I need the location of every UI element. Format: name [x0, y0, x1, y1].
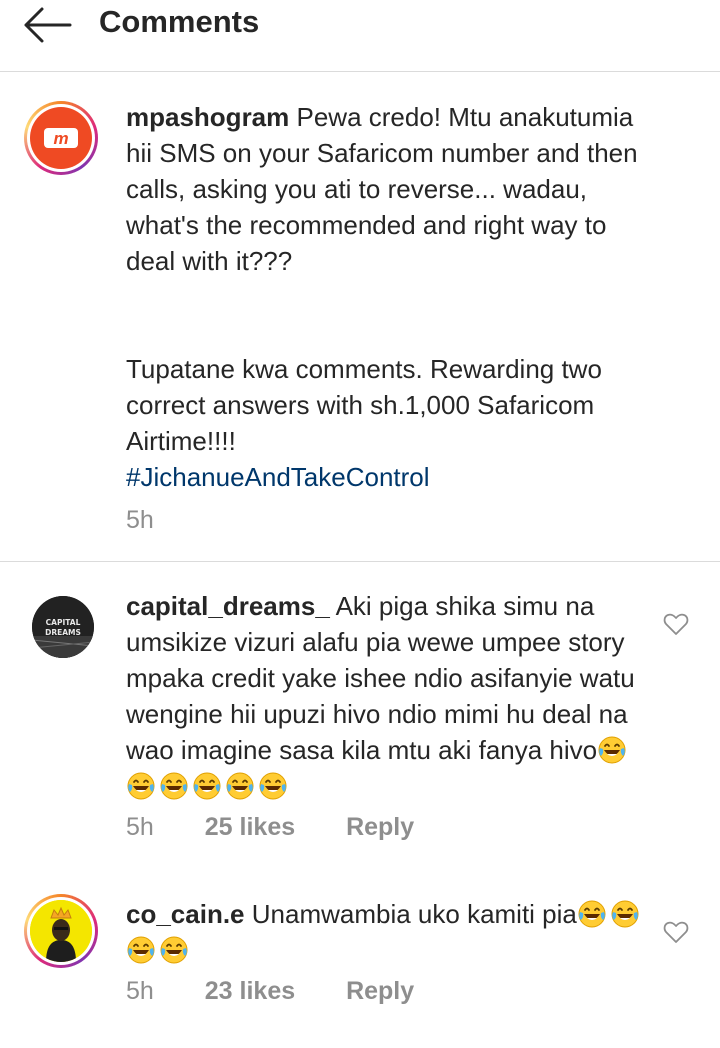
comment-text: capital_dreams_ Aki piga shika simu na u… [126, 588, 646, 804]
comment-timestamp: 5h [126, 813, 154, 841]
heart-outline-icon[interactable] [663, 612, 689, 636]
comment-item: co_cain.e Unamwambia uko kamiti pia 5h 2… [0, 862, 720, 1048]
avatar-story-ring[interactable] [24, 894, 98, 968]
caption-body-second: Tupatane kwa comments. Rewarding two cor… [126, 354, 610, 456]
mpasho-logo-icon: m [44, 128, 78, 148]
reply-button[interactable]: Reply [346, 813, 414, 841]
back-button[interactable] [18, 0, 78, 52]
comment-likes[interactable]: 25 likes [205, 813, 295, 841]
comment-text: co_cain.e Unamwambia uko kamiti pia [126, 896, 646, 968]
face-with-tears-of-joy-emoji [577, 899, 607, 929]
cartoon-king-avatar-icon [30, 900, 92, 962]
heart-outline-icon[interactable] [663, 920, 689, 944]
page-title: Comments [99, 4, 260, 39]
face-with-tears-of-joy-emoji [159, 771, 189, 801]
caption-text: mpashogram Pewa credo! Mtu anakutumia hi… [126, 99, 656, 279]
avatar[interactable]: CAPITAL DREAMS [32, 596, 94, 658]
face-with-tears-of-joy-emoji [159, 935, 189, 965]
comment-body: Unamwambia uko kamiti pia [251, 899, 577, 929]
comment-timestamp: 5h [126, 977, 154, 1005]
face-with-tears-of-joy-emoji [258, 771, 288, 801]
hashtag-link[interactable]: #JichanueAndTakeControl [126, 462, 430, 492]
comment-likes[interactable]: 23 likes [205, 977, 295, 1005]
face-with-tears-of-joy-emoji [610, 899, 640, 929]
svg-text:DREAMS: DREAMS [45, 628, 81, 637]
svg-text:CAPITAL: CAPITAL [46, 618, 81, 627]
comment-username[interactable]: capital_dreams_ [126, 591, 330, 621]
comment-meta: 5h 25 likes Reply [126, 813, 458, 842]
avatar: m [30, 107, 92, 169]
arrow-left-icon [24, 7, 72, 43]
caption-post: m mpashogram Pewa credo! Mtu anakutumia … [0, 73, 720, 562]
caption-meta: 5h [126, 506, 198, 535]
comment-username[interactable]: co_cain.e [126, 899, 245, 929]
face-with-tears-of-joy-emoji [225, 771, 255, 801]
caption-timestamp: 5h [126, 506, 154, 534]
comment-meta: 5h 23 likes Reply [126, 977, 458, 1006]
avatar-story-ring[interactable]: m [24, 101, 98, 175]
reply-button[interactable]: Reply [346, 977, 414, 1005]
capital-dreams-logo-icon: CAPITAL DREAMS [32, 596, 94, 658]
face-with-tears-of-joy-emoji [126, 935, 156, 965]
top-bar: Comments [0, 0, 720, 72]
comment-item: CAPITAL DREAMS capital_dreams_ Aki piga … [0, 562, 720, 862]
face-with-tears-of-joy-emoji [126, 771, 156, 801]
face-with-tears-of-joy-emoji [192, 771, 222, 801]
caption-username[interactable]: mpashogram [126, 102, 289, 132]
caption-text-second: Tupatane kwa comments. Rewarding two cor… [126, 351, 656, 495]
face-with-tears-of-joy-emoji [597, 735, 627, 765]
svg-text:m: m [53, 129, 68, 148]
avatar [30, 900, 92, 962]
